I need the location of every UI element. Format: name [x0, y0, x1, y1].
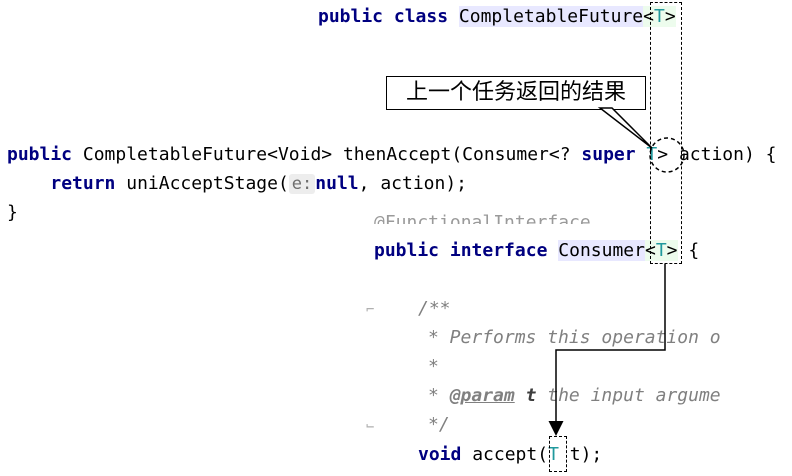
- method-call[interactable]: uniAcceptStage(: [126, 173, 289, 194]
- method-name[interactable]: accept(: [472, 444, 548, 465]
- call-args-rest: , action);: [358, 173, 468, 194]
- javadoc-close: */: [428, 414, 450, 435]
- dashed-highlight-column: [650, 2, 682, 264]
- javadoc-param-line: * @param t the input argume: [428, 385, 724, 407]
- method-params-rest: action) {: [678, 144, 777, 165]
- then-accept-line-3: }: [7, 202, 18, 224]
- keyword-void: void: [418, 444, 462, 465]
- accept-method-line: void accept(T t);: [418, 444, 602, 466]
- javadoc-description: * Performs this operation o: [428, 327, 721, 348]
- class-name[interactable]: CompletableFuture: [458, 6, 644, 27]
- keyword-public: public: [318, 6, 384, 27]
- fold-marker-end-icon[interactable]: ⌙: [366, 418, 374, 434]
- annotation-fragment: @FunctionalInterface: [374, 212, 591, 224]
- javadoc-param-name: t: [525, 385, 537, 406]
- interface-name[interactable]: Consumer: [558, 240, 645, 261]
- method-signature[interactable]: thenAccept(Consumer<?: [343, 144, 571, 165]
- keyword-class: class: [393, 6, 449, 27]
- opening-brace: {: [688, 240, 700, 261]
- keyword-public: public: [374, 240, 440, 261]
- annotation-text: @FunctionalInterface: [374, 212, 591, 224]
- keyword-super: super: [581, 144, 636, 165]
- javadoc-param-desc: the input argume: [547, 385, 721, 406]
- keyword-return: return: [50, 173, 116, 194]
- then-accept-line-2: return uniAcceptStage(e: null, action);: [7, 173, 467, 195]
- class-declaration-line: public class CompletableFuture<T>: [318, 6, 676, 28]
- javadoc-star: *: [428, 356, 439, 377]
- callout-pointer: [597, 107, 653, 149]
- method-params-rest: t);: [569, 444, 603, 465]
- fold-marker-icon[interactable]: ⌐: [366, 302, 374, 318]
- closing-brace: }: [7, 202, 18, 223]
- javadoc-open: /**: [418, 298, 451, 319]
- keyword-interface: interface: [449, 240, 548, 261]
- javadoc-param-star: *: [428, 385, 439, 406]
- javadoc-param-tag: @param: [449, 385, 515, 406]
- return-type[interactable]: CompletableFuture<Void>: [83, 144, 332, 165]
- callout-label: 上一个任务返回的结果: [386, 76, 646, 110]
- parameter-hint: e:: [288, 174, 316, 194]
- keyword-public: public: [7, 144, 73, 165]
- dashed-highlight-accept-t: [549, 436, 567, 472]
- keyword-null: null: [315, 173, 359, 194]
